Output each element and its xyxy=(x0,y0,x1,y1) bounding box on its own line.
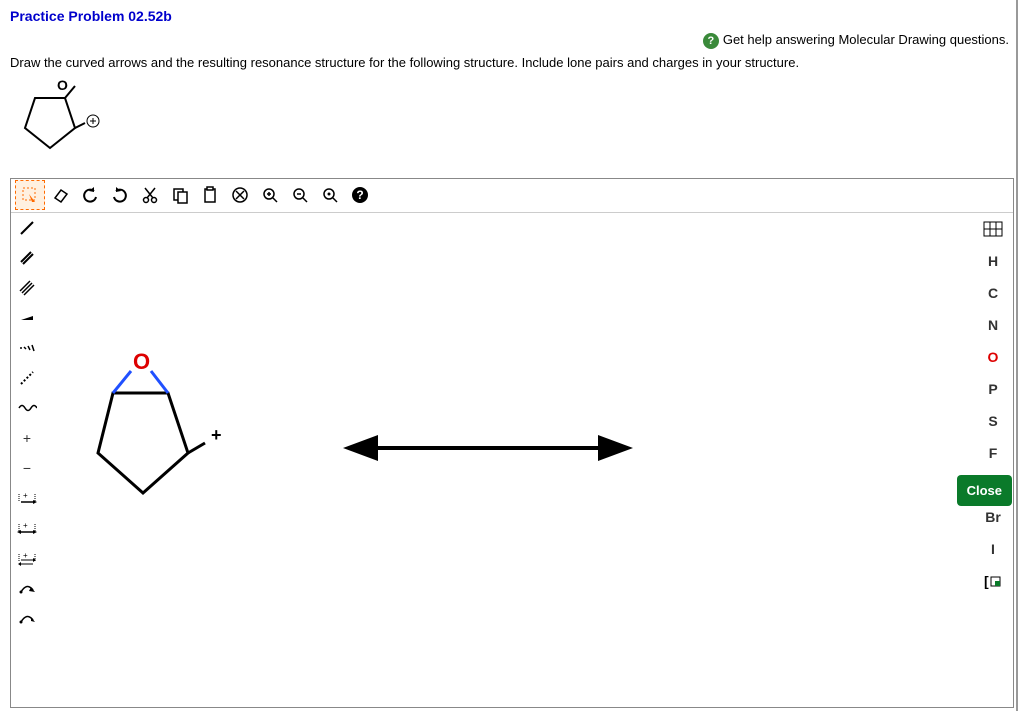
wedge-bond-tool[interactable] xyxy=(11,303,43,333)
single-bond-tool[interactable] xyxy=(11,213,43,243)
svg-text:O: O xyxy=(57,78,68,93)
charge-minus-tool[interactable]: − xyxy=(11,453,43,483)
eraser-tool[interactable] xyxy=(45,180,75,210)
copy-button[interactable] xyxy=(165,180,195,210)
element-n[interactable]: N xyxy=(973,309,1013,341)
help-button[interactable]: ? xyxy=(345,180,375,210)
hash-bond-tool[interactable] xyxy=(11,333,43,363)
help-link[interactable]: ?Get help answering Molecular Drawing qu… xyxy=(0,28,1024,51)
select-tool[interactable] xyxy=(15,180,45,210)
close-button[interactable]: Close xyxy=(957,475,1012,506)
svg-text:+: + xyxy=(23,521,28,530)
element-i[interactable]: I xyxy=(973,533,1013,565)
editor-toolbar: ? xyxy=(11,179,1013,213)
element-h[interactable]: H xyxy=(973,245,1013,277)
instructions-text: Draw the curved arrows and the resulting… xyxy=(0,51,1024,78)
triple-bond-tool[interactable] xyxy=(11,273,43,303)
zoom-in-button[interactable] xyxy=(255,180,285,210)
arrow-tool-1[interactable]: + xyxy=(11,483,43,513)
wavy-bond-tool[interactable] xyxy=(11,393,43,423)
svg-text:+: + xyxy=(23,491,28,500)
molecular-editor: ? + − + + + H C N O P S F Cl Br I [ xyxy=(10,178,1014,708)
svg-text:[: [ xyxy=(984,573,989,589)
element-o[interactable]: O xyxy=(973,341,1013,373)
svg-text:+: + xyxy=(23,551,28,560)
double-bond-tool[interactable] xyxy=(11,243,43,273)
element-c[interactable]: C xyxy=(973,277,1013,309)
clear-button[interactable] xyxy=(225,180,255,210)
reference-structure: O xyxy=(0,78,1024,168)
page-title: Practice Problem 02.52b xyxy=(10,8,1014,24)
element-f[interactable]: F xyxy=(973,437,1013,469)
svg-text:+: + xyxy=(211,425,222,445)
charge-plus-tool[interactable]: + xyxy=(11,423,43,453)
paste-button[interactable] xyxy=(195,180,225,210)
bond-toolbar: + − + + + xyxy=(11,213,43,707)
dash-bond-tool[interactable] xyxy=(11,363,43,393)
cut-button[interactable] xyxy=(135,180,165,210)
periodic-table-button[interactable] xyxy=(973,213,1013,245)
help-icon: ? xyxy=(703,33,719,49)
zoom-out-button[interactable] xyxy=(285,180,315,210)
drawing-canvas[interactable]: O + xyxy=(43,213,973,707)
element-more-button[interactable]: [ xyxy=(973,565,1013,597)
zoom-fit-button[interactable] xyxy=(315,180,345,210)
redo-button[interactable] xyxy=(105,180,135,210)
arrow-tool-3[interactable]: + xyxy=(11,543,43,573)
undo-button[interactable] xyxy=(75,180,105,210)
arrow-tool-2[interactable]: + xyxy=(11,513,43,543)
curved-arrow-tool-1[interactable] xyxy=(11,573,43,603)
svg-text:?: ? xyxy=(356,188,363,202)
element-s[interactable]: S xyxy=(973,405,1013,437)
curved-arrow-tool-2[interactable] xyxy=(11,603,43,633)
element-p[interactable]: P xyxy=(973,373,1013,405)
element-toolbar: H C N O P S F Cl Br I [ xyxy=(973,213,1013,707)
svg-text:O: O xyxy=(133,349,150,374)
